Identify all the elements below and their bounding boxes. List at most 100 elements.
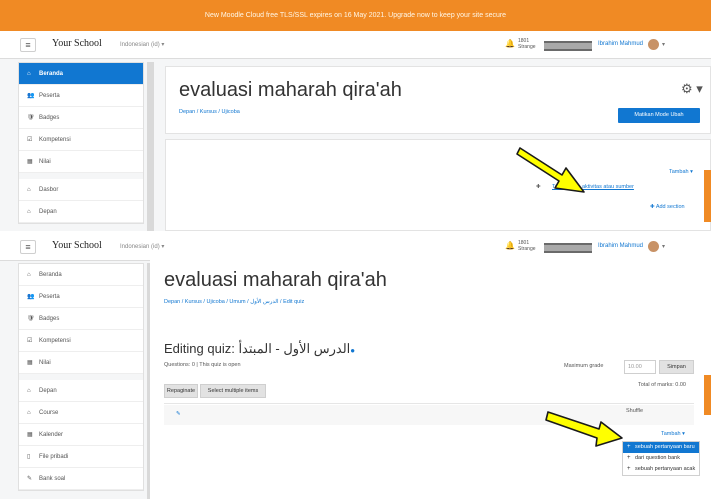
file-icon: ▯ bbox=[27, 454, 31, 460]
checkbox-icon: ☑ bbox=[27, 137, 33, 143]
divider bbox=[164, 403, 694, 404]
feedback-tab[interactable] bbox=[704, 375, 711, 415]
notification-banner: New Moodle Cloud free TLS/SSL expires on… bbox=[0, 0, 711, 31]
breadcrumb[interactable]: Depan / Kursus / Ujicoba / Umum / الدرس … bbox=[164, 299, 304, 305]
screenshot-panel-bottom: ≡ Your School Indonesian (id) ▾ 🔔 1801 S… bbox=[0, 231, 711, 499]
home-icon: ⌂ bbox=[27, 209, 31, 215]
drawer-item-label: Dasbor bbox=[39, 187, 59, 193]
shield-icon: 🛡 bbox=[27, 316, 35, 322]
edit-quiz-title-name: الدرس الأول - المبتدأ bbox=[238, 341, 351, 356]
page-title: evaluasi maharah qira'ah bbox=[179, 79, 402, 101]
add-section-link[interactable]: ✚ Add section bbox=[650, 204, 685, 210]
calendar-icon: ▦ bbox=[27, 432, 33, 438]
drawer-scrollbar[interactable] bbox=[147, 62, 154, 231]
page-title: evaluasi maharah qira'ah bbox=[164, 269, 387, 291]
drawer-item-peserta[interactable]: 👥 Peserta bbox=[19, 85, 143, 107]
page-header-card: evaluasi maharah qira'ah Depan / Kursus … bbox=[165, 66, 711, 134]
home-icon: ⌂ bbox=[27, 71, 31, 77]
pencil-icon[interactable]: ✎ bbox=[176, 411, 181, 417]
menu-toggle-icon[interactable]: ≡ bbox=[20, 240, 36, 254]
add-dropdown[interactable]: Tambah ▾ bbox=[661, 431, 685, 437]
user-name[interactable]: Ibrahim Mahmud bbox=[598, 41, 643, 47]
drawer-item-peserta[interactable]: 👥 Peserta bbox=[19, 286, 143, 308]
drawer-item-bank-soal[interactable]: ✎ Bank soal bbox=[19, 468, 143, 490]
add-from-question-bank-item[interactable]: dari question bank bbox=[623, 453, 699, 464]
drawer-item-label: Kalender bbox=[39, 432, 64, 438]
drawer-item-depan[interactable]: ⌂ Depan bbox=[19, 380, 143, 402]
edit-quiz-title: Editing quiz: الدرس الأول - المبتدأ● bbox=[164, 341, 355, 357]
screenshot-panel-top: New Moodle Cloud free TLS/SSL expires on… bbox=[0, 0, 711, 231]
home-icon: ⌂ bbox=[27, 410, 31, 416]
user-avatar[interactable] bbox=[648, 39, 659, 50]
table-icon: ▦ bbox=[27, 360, 33, 366]
drawer-item-label: Peserta bbox=[39, 294, 60, 300]
gear-icon[interactable]: ⚙ ▾ bbox=[681, 81, 703, 97]
drawer-item-nilai[interactable]: ▦ Nilai bbox=[19, 151, 143, 173]
yellow-pointer-arrow-bottom bbox=[545, 411, 623, 447]
drawer-item-label: Nilai bbox=[39, 360, 51, 366]
breadcrumb[interactable]: Depan / Kursus / Ujicoba bbox=[179, 109, 240, 115]
top-navbar: ≡ Your School Indonesian (id) ▾ 🔔 1801 S… bbox=[0, 233, 711, 261]
drawer-item-kalender[interactable]: ▦ Kalender bbox=[19, 424, 143, 446]
edit-quiz-title-prefix: Editing quiz: bbox=[164, 341, 239, 356]
pointer-arrow-shape bbox=[545, 411, 623, 447]
drawer-item-kompetensi[interactable]: ☑ Kompetensi bbox=[19, 330, 143, 352]
users-icon: 👥 bbox=[27, 294, 35, 300]
course-section-card: Tambah ▾ ✚ Tambahkan aktivitas atau sumb… bbox=[165, 139, 711, 231]
user-menu-chevron-icon[interactable]: ▾ bbox=[662, 41, 665, 48]
bullet-icon: ● bbox=[350, 346, 356, 355]
user-box-line2: Strange bbox=[518, 246, 536, 252]
bell-icon[interactable]: 🔔 bbox=[505, 241, 515, 250]
drawer-item-beranda[interactable]: ⌂ Beranda bbox=[19, 264, 143, 286]
drawer-item-label: Bank soal bbox=[39, 476, 66, 482]
home-icon: ⌂ bbox=[27, 272, 31, 278]
save-button[interactable]: Simpan bbox=[659, 360, 694, 374]
drawer-item-file-pribadi[interactable]: ▯ File pribadi bbox=[19, 446, 143, 468]
drawer-item-badges[interactable]: 🛡 Badges bbox=[19, 107, 143, 129]
max-grade-input[interactable]: 10.00 bbox=[624, 360, 656, 374]
checkbox-icon: ☑ bbox=[27, 338, 33, 344]
shield-icon: 🛡 bbox=[27, 115, 35, 121]
user-avatar[interactable] bbox=[648, 241, 659, 252]
add-random-question-item[interactable]: sebuah pertanyaan acak bbox=[623, 464, 699, 475]
user-name[interactable]: Ibrahim Mahmud bbox=[598, 243, 643, 249]
select-multiple-button[interactable]: Select multiple items bbox=[200, 384, 266, 398]
drawer-item-course[interactable]: ⌂ Course bbox=[19, 402, 143, 424]
language-menu[interactable]: Indonesian (id) ▾ bbox=[120, 41, 164, 48]
drawer-item-dasbor[interactable]: ⌂ Dasbor bbox=[19, 179, 143, 201]
edit-mode-button[interactable]: Matikan Mode Ubah bbox=[618, 108, 700, 123]
menu-toggle-icon[interactable]: ≡ bbox=[20, 38, 36, 52]
pencil-icon: ✎ bbox=[27, 476, 33, 482]
quiz-edit-page: evaluasi maharah qira'ah Depan / Kursus … bbox=[150, 259, 711, 499]
redacted-name-bar bbox=[544, 41, 592, 51]
drawer-item-label: Badges bbox=[39, 316, 60, 322]
drawer-item-depan[interactable]: ⌂ Depan bbox=[19, 201, 143, 223]
home-icon: ⌂ bbox=[27, 187, 31, 193]
drawer-item-label: Depan bbox=[39, 209, 57, 215]
language-menu[interactable]: Indonesian (id) ▾ bbox=[120, 243, 164, 250]
drawer-item-label: Course bbox=[39, 410, 59, 416]
drawer-item-kompetensi[interactable]: ☑ Kompetensi bbox=[19, 129, 143, 151]
questions-info: Questions: 0 | This quiz is open bbox=[164, 362, 241, 368]
repaginate-button[interactable]: Repaginate bbox=[164, 384, 198, 398]
drawer-item-beranda[interactable]: ⌂ Beranda bbox=[19, 63, 143, 85]
top-navbar: ≡ Your School Indonesian (id) ▾ 🔔 1801 S… bbox=[0, 31, 711, 59]
drawer-item-label: Peserta bbox=[39, 93, 60, 99]
drawer-item-label: Beranda bbox=[39, 272, 62, 278]
add-dropdown[interactable]: Tambah ▾ bbox=[669, 169, 693, 175]
drawer-item-badges[interactable]: 🛡 Badges bbox=[19, 308, 143, 330]
site-brand[interactable]: Your School bbox=[52, 38, 102, 49]
nav-drawer: ⌂ Beranda 👥 Peserta 🛡 Badges ☑ Kompetensi ▦ N… bbox=[18, 62, 144, 224]
site-brand[interactable]: Your School bbox=[52, 240, 102, 251]
max-grade-label: Maximum grade bbox=[564, 363, 604, 369]
total-marks: Total of marks: 0.00 bbox=[638, 382, 686, 388]
bell-icon[interactable]: 🔔 bbox=[505, 39, 515, 48]
feedback-tab[interactable] bbox=[704, 170, 711, 222]
add-new-question-item[interactable]: sebuah pertanyaan baru bbox=[623, 442, 699, 453]
shuffle-checkbox[interactable]: Shuffle bbox=[626, 408, 643, 414]
user-box: 1801 Strange bbox=[518, 38, 536, 50]
user-box-line2: Strange bbox=[518, 44, 536, 50]
drawer-item-label: Badges bbox=[39, 115, 60, 121]
drawer-item-nilai[interactable]: ▦ Nilai bbox=[19, 352, 143, 374]
user-menu-chevron-icon[interactable]: ▾ bbox=[662, 243, 665, 250]
